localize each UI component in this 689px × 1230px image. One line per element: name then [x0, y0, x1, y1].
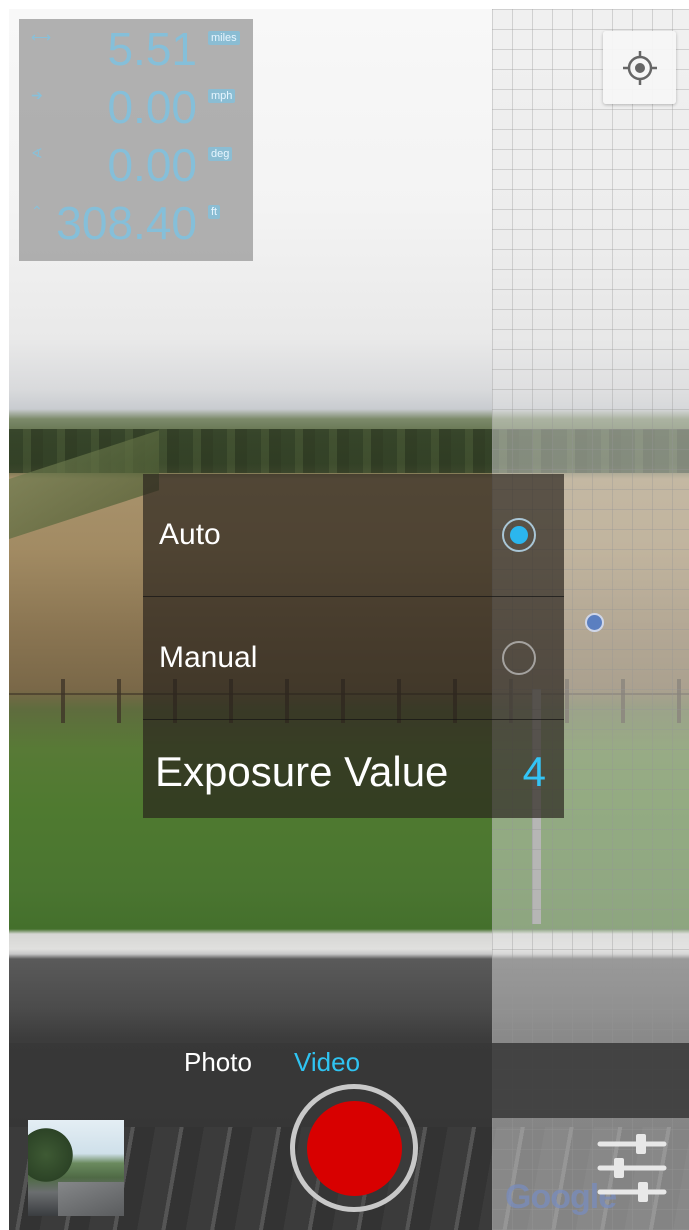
record-button[interactable]	[307, 1101, 402, 1196]
last-capture-thumbnail[interactable]	[28, 1120, 124, 1216]
option-label: Manual	[159, 641, 258, 674]
speed-value: 0.00	[107, 81, 197, 133]
thumbnail-tree	[28, 1120, 73, 1190]
option-label: Auto	[159, 518, 221, 551]
altitude-value: 308.40	[56, 197, 197, 249]
telemetry-panel: ⟷ 5.51 miles ➔ 0.00 mph ∢ 0.00 deg ⌃ 308…	[19, 19, 253, 261]
exposure-menu: Auto Manual Exposure Value 4	[143, 474, 564, 818]
auto-radio[interactable]	[502, 518, 536, 552]
exposure-value[interactable]: 4	[523, 748, 546, 796]
my-location-button[interactable]	[603, 31, 676, 104]
distance-icon: ⟷	[31, 29, 52, 45]
speed-icon: ➔	[31, 87, 43, 103]
speed-unit: mph	[208, 89, 236, 103]
exposure-value-label: Exposure Value	[155, 748, 449, 795]
altitude-icon: ⌃	[31, 203, 43, 219]
thumbnail-road	[58, 1182, 124, 1216]
exposure-option-manual[interactable]: Manual	[143, 597, 564, 720]
mode-photo[interactable]: Photo	[184, 1047, 252, 1078]
distance-row: ⟷ 5.51 miles	[19, 21, 253, 77]
distance-unit: miles	[208, 31, 240, 45]
heading-unit: deg	[208, 147, 233, 161]
altitude-row: ⌃ 308.40 ft	[19, 195, 253, 251]
mode-video[interactable]: Video	[294, 1047, 360, 1078]
heading-icon: ∢	[31, 145, 43, 161]
sliders-icon[interactable]	[594, 1130, 670, 1206]
my-location-icon	[622, 50, 657, 85]
exposure-option-auto[interactable]: Auto	[143, 474, 564, 597]
heading-row: ∢ 0.00 deg	[19, 137, 253, 193]
speed-row: ➔ 0.00 mph	[19, 79, 253, 135]
distance-value: 5.51	[107, 23, 197, 75]
heading-value: 0.00	[107, 139, 197, 191]
manual-radio[interactable]	[502, 641, 536, 675]
map-location-marker	[585, 613, 604, 632]
altitude-unit: ft	[208, 205, 221, 219]
